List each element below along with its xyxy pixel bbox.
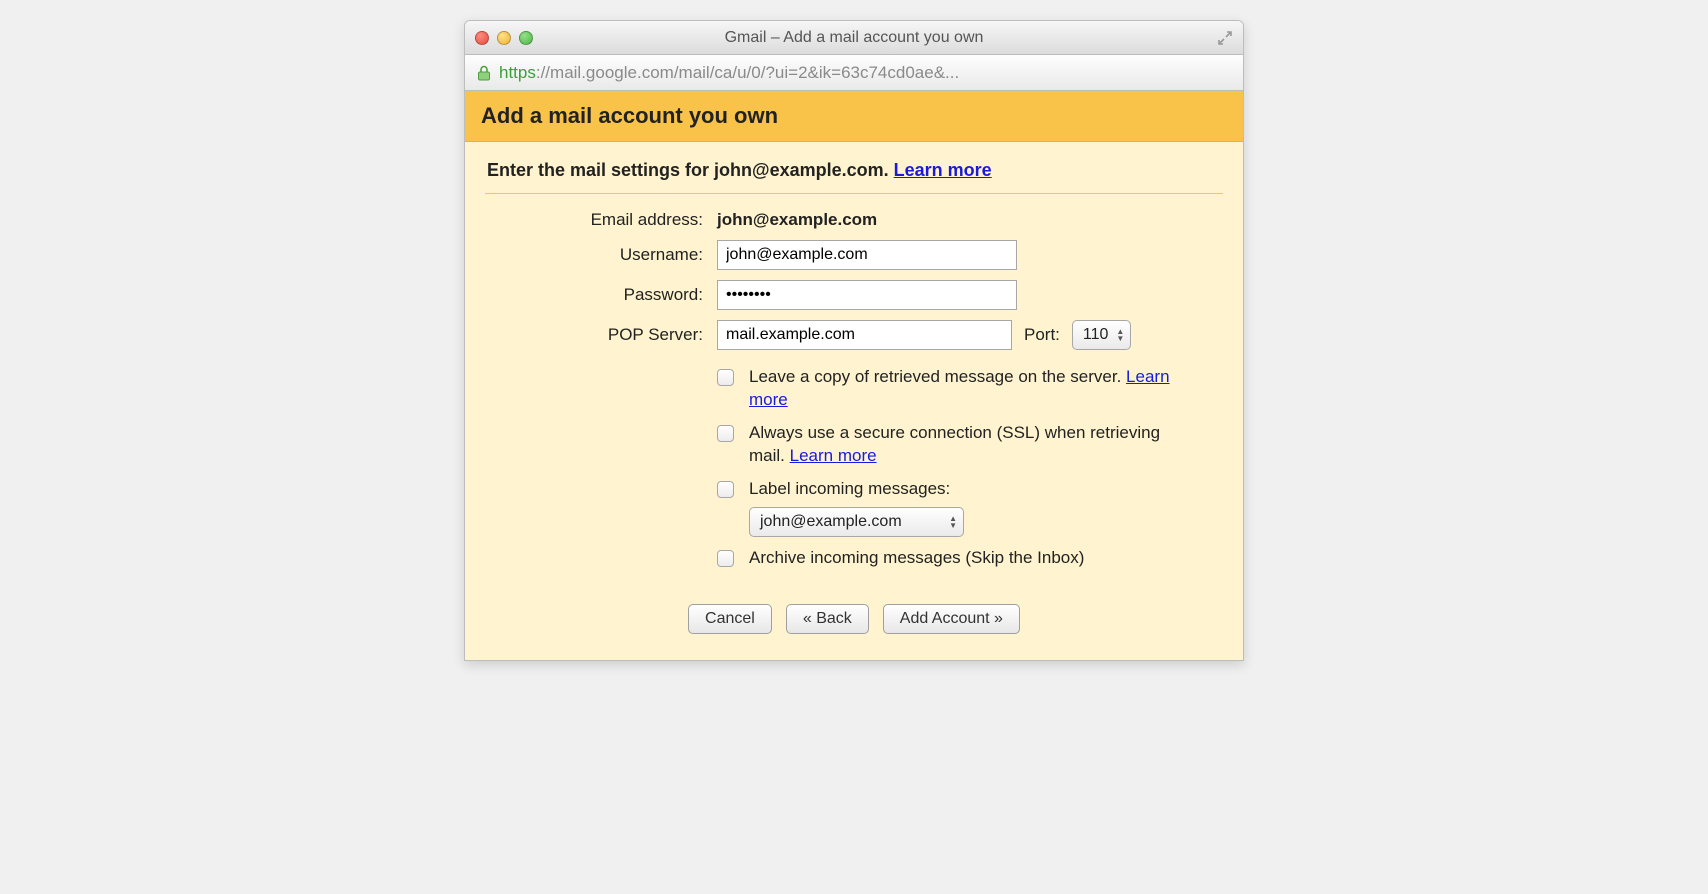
- close-icon[interactable]: [475, 31, 489, 45]
- ssl-option: Always use a secure connection (SSL) whe…: [717, 422, 1187, 468]
- titlebar: Gmail – Add a mail account you own: [465, 21, 1243, 55]
- username-label: Username:: [485, 245, 705, 265]
- label-incoming-label: Label incoming messages:: [749, 479, 950, 498]
- port-label: Port:: [1024, 325, 1060, 345]
- pop-server-field[interactable]: [717, 320, 1012, 350]
- label-incoming-select-value: john@example.com: [760, 511, 902, 533]
- expand-icon[interactable]: [1217, 30, 1233, 46]
- lock-icon: [477, 65, 491, 81]
- instruction-suffix: .: [884, 160, 894, 180]
- url-host: mail.google.com: [550, 63, 674, 83]
- url-path: /mail/ca/u/0/?ui=2&ik=63c74cd0ae&...: [674, 63, 959, 83]
- ssl-text: Always use a secure connection (SSL) whe…: [749, 422, 1187, 468]
- leave-copy-text: Leave a copy of retrieved message on the…: [749, 366, 1187, 412]
- divider: [485, 193, 1223, 194]
- url-scheme: https: [499, 63, 536, 83]
- port-select-value: 110: [1083, 326, 1109, 344]
- archive-text: Archive incoming messages (Skip the Inbo…: [749, 547, 1187, 570]
- zoom-icon[interactable]: [519, 31, 533, 45]
- cancel-button[interactable]: Cancel: [688, 604, 772, 634]
- button-row: Cancel « Back Add Account »: [485, 604, 1223, 634]
- instruction-learn-more-link[interactable]: Learn more: [894, 160, 992, 180]
- label-incoming-text: Label incoming messages: john@example.co…: [749, 478, 1187, 537]
- email-address-label: Email address:: [485, 210, 705, 230]
- leave-copy-option: Leave a copy of retrieved message on the…: [717, 366, 1187, 412]
- password-label: Password:: [485, 285, 705, 305]
- popup-window: Gmail – Add a mail account you own https…: [464, 20, 1244, 661]
- username-field[interactable]: [717, 240, 1017, 270]
- form-body: Enter the mail settings for john@example…: [465, 142, 1243, 660]
- page-title: Add a mail account you own: [465, 91, 1243, 142]
- back-button[interactable]: « Back: [786, 604, 869, 634]
- settings-form: Email address: john@example.com Username…: [485, 210, 1223, 570]
- options: Leave a copy of retrieved message on the…: [717, 366, 1223, 570]
- pop-server-label: POP Server:: [485, 325, 705, 345]
- password-field[interactable]: [717, 280, 1017, 310]
- minimize-icon[interactable]: [497, 31, 511, 45]
- archive-option: Archive incoming messages (Skip the Inbo…: [717, 547, 1187, 570]
- leave-copy-label: Leave a copy of retrieved message on the…: [749, 367, 1126, 386]
- email-address-value: john@example.com: [717, 210, 1223, 230]
- label-incoming-select[interactable]: john@example.com ▲▼: [749, 507, 964, 537]
- ssl-checkbox[interactable]: [717, 425, 734, 442]
- instruction-prefix: Enter the mail settings for: [487, 160, 714, 180]
- leave-copy-checkbox[interactable]: [717, 369, 734, 386]
- address-bar[interactable]: https://mail.google.com/mail/ca/u/0/?ui=…: [465, 55, 1243, 91]
- stepper-icon: ▲▼: [949, 515, 957, 529]
- window-controls: [475, 31, 533, 45]
- label-incoming-checkbox[interactable]: [717, 481, 734, 498]
- archive-checkbox[interactable]: [717, 550, 734, 567]
- instruction-text: Enter the mail settings for john@example…: [485, 156, 1223, 193]
- instruction-email: john@example.com: [714, 160, 884, 180]
- label-incoming-option: Label incoming messages: john@example.co…: [717, 478, 1187, 537]
- stepper-icon: ▲▼: [1116, 328, 1124, 342]
- ssl-learn-more-link[interactable]: Learn more: [790, 446, 877, 465]
- add-account-button[interactable]: Add Account »: [883, 604, 1020, 634]
- port-select[interactable]: 110 ▲▼: [1072, 320, 1131, 350]
- window-title: Gmail – Add a mail account you own: [465, 29, 1243, 47]
- url-sep: ://: [536, 63, 550, 83]
